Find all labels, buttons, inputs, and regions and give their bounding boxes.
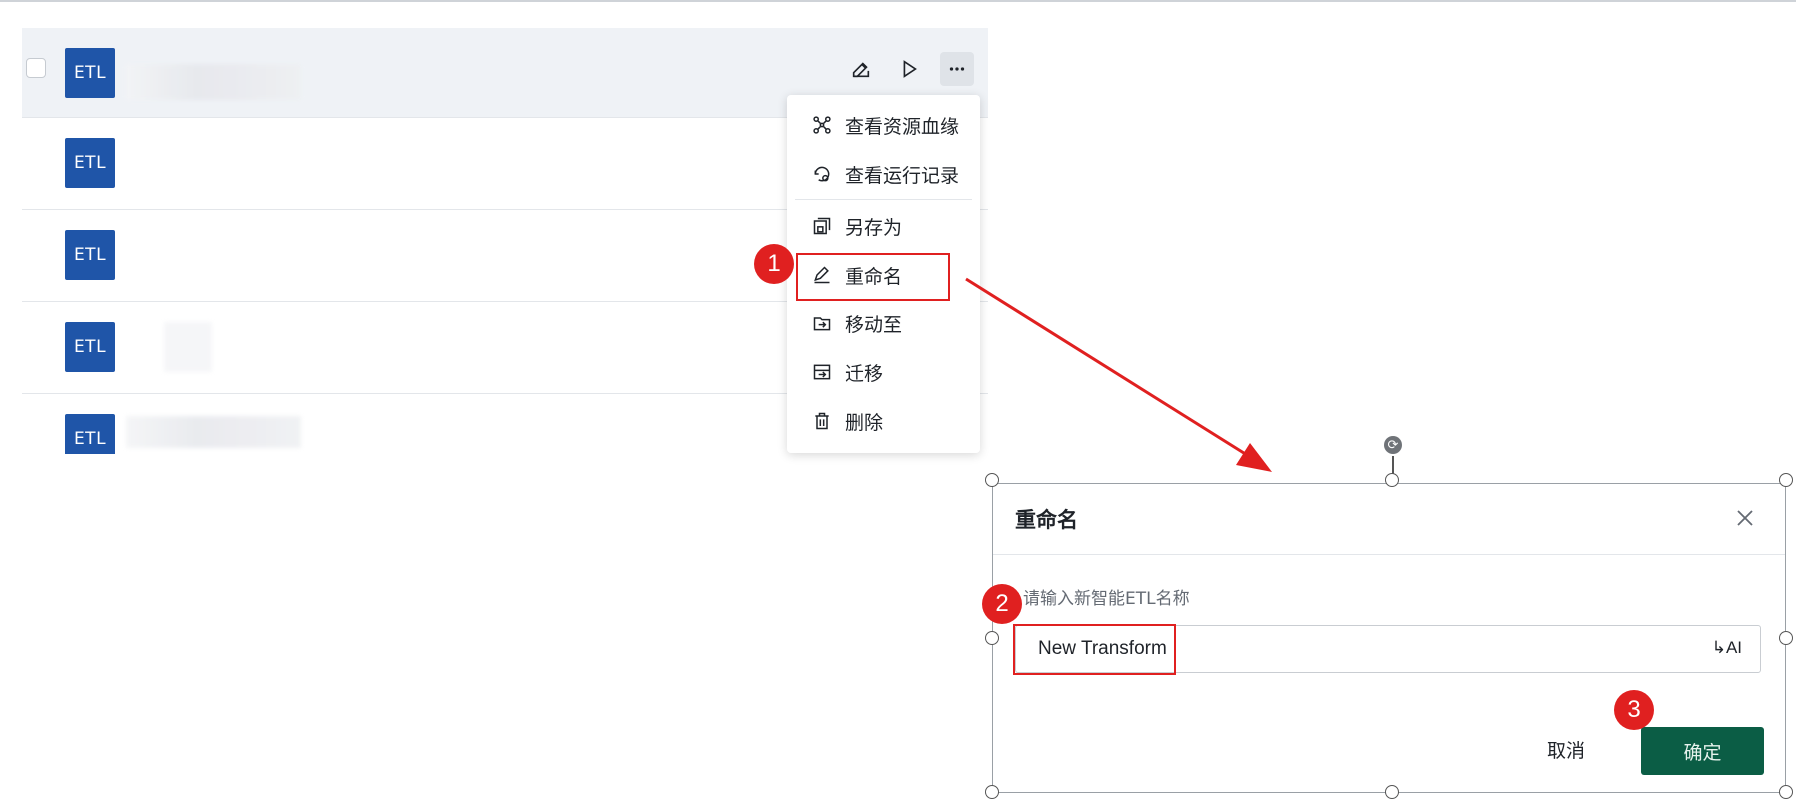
name-field-label: 请输入新智能ETL名称 — [1023, 589, 1190, 609]
resize-handle[interactable] — [985, 631, 999, 645]
highlight-name-input — [1013, 624, 1176, 675]
ai-generate-icon[interactable]: ↳AI — [1712, 638, 1742, 658]
resize-handle[interactable] — [1779, 631, 1793, 645]
more-options-icon[interactable] — [940, 52, 974, 86]
etl-badge: ETL — [65, 138, 115, 188]
menu-item-label: 另存为 — [845, 216, 903, 239]
menu-item-label: 查看运行记录 — [845, 164, 960, 187]
dialog-divider — [993, 554, 1785, 555]
dialog-title: 重命名 — [1015, 508, 1078, 532]
ai-label: AI — [1725, 638, 1742, 657]
run-icon[interactable] — [892, 52, 926, 86]
etl-badge: ETL — [65, 48, 115, 98]
move-to-folder-icon — [811, 312, 833, 334]
redacted-name — [126, 64, 301, 100]
etl-badge: ETL — [65, 322, 115, 372]
row-actions — [844, 52, 974, 86]
history-icon — [811, 163, 833, 185]
menu-item-label: 迁移 — [845, 362, 884, 385]
edit-icon[interactable] — [844, 52, 878, 86]
step-badge-3: 3 — [1614, 690, 1654, 730]
menu-item-label: 删除 — [845, 411, 884, 434]
etl-badge: ETL — [65, 414, 115, 454]
cancel-button[interactable]: 取消 — [1547, 736, 1585, 763]
resize-handle[interactable] — [985, 473, 999, 487]
confirm-button[interactable]: 确定 — [1641, 727, 1764, 775]
rotate-handle-icon[interactable]: ⟳ — [1384, 436, 1402, 454]
menu-item-label: 移动至 — [845, 313, 903, 336]
resize-handle[interactable] — [1385, 473, 1399, 487]
menu-item-save-as[interactable]: 另存为 — [787, 206, 980, 246]
menu-item-label: 查看资源血缘 — [845, 115, 960, 138]
close-icon[interactable] — [1733, 506, 1757, 530]
menu-item-view-run-history[interactable]: 查看运行记录 — [787, 154, 980, 194]
top-border — [0, 0, 1796, 2]
etl-badge: ETL — [65, 230, 115, 280]
step-badge-2: 2 — [982, 584, 1022, 624]
menu-item-move-to[interactable]: 移动至 — [787, 303, 980, 343]
migrate-icon — [811, 361, 833, 383]
menu-divider — [795, 199, 972, 200]
highlight-rename — [796, 253, 950, 301]
save-as-icon — [811, 215, 833, 237]
redacted-name — [164, 322, 212, 372]
redacted-name — [126, 416, 301, 448]
menu-item-migrate[interactable]: 迁移 — [787, 352, 980, 392]
resize-handle[interactable] — [1779, 473, 1793, 487]
trash-icon — [811, 410, 833, 432]
resize-handle[interactable] — [1385, 785, 1399, 799]
lineage-icon — [811, 114, 833, 136]
resize-handle[interactable] — [1779, 785, 1793, 799]
step-badge-1: 1 — [754, 244, 794, 284]
menu-item-view-lineage[interactable]: 查看资源血缘 — [787, 105, 980, 145]
resize-handle[interactable] — [985, 785, 999, 799]
menu-item-delete[interactable]: 删除 — [787, 401, 980, 441]
row-checkbox[interactable] — [26, 58, 46, 78]
